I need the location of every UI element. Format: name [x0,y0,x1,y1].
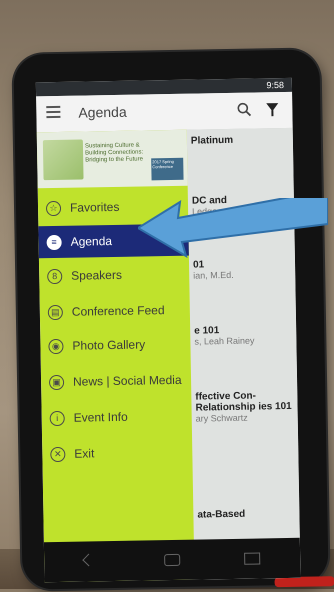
app-title: Agenda [78,103,127,121]
recents-icon[interactable] [244,552,261,565]
android-nav-bar [43,537,301,583]
drawer-item-label: Speakers [71,267,123,283]
agenda-icon: ≡ [46,234,62,250]
drawer-item-event-info[interactable]: i Event Info [41,400,192,435]
drawer-item-exit[interactable]: ✕ Exit [42,436,193,471]
star-icon: ☆ [45,200,62,216]
status-time: 9:58 [266,79,285,91]
menu-icon[interactable] [46,105,61,119]
back-icon[interactable] [82,553,96,567]
drawer-item-label: Event Info [73,409,128,425]
app-bar: Agenda [36,91,293,133]
drawer-item-label: Photo Gallery [72,337,146,353]
banner-image [42,139,84,181]
drawer-item-label: Conference Feed [71,303,165,319]
drawer-item-speakers[interactable]: 8 Speakers [39,258,190,293]
pointer-arrow-icon [138,198,328,258]
drawer-item-conference-feed[interactable]: ▤ Conference Feed [40,294,191,329]
drawer-item-photo-gallery[interactable]: ◉ Photo Gallery [40,328,191,363]
exit-icon: ✕ [50,446,66,462]
list-item[interactable]: Platinum [191,134,291,147]
list-item[interactable]: 01 ian, M.Ed. [193,258,293,280]
phone-device: 9:58 Agenda Platinum DC and Ledger 01 ia… [13,49,334,590]
drawer-item-label: Exit [74,446,95,461]
drawer-item-label: News | Social Media [72,372,182,389]
info-icon: i [49,410,65,426]
home-icon[interactable] [164,553,181,567]
camera-icon: ◉ [48,338,64,354]
news-icon: ▣ [48,374,65,390]
drawer-item-label: Agenda [70,234,113,249]
list-item[interactable]: e 101 s, Leah Rainey [194,324,294,346]
banner-logo: 2017 Spring Conference [151,157,184,181]
list-item[interactable]: ata-Based [197,508,297,521]
list-item[interactable]: ffective Con- Relationship ies 101 ary S… [195,390,296,424]
filter-icon[interactable] [266,103,279,112]
phone-screen: 9:58 Agenda Platinum DC and Ledger 01 ia… [35,77,301,583]
search-icon[interactable] [236,102,252,118]
feed-icon: ▤ [47,304,63,320]
drawer-item-label: Favorites [69,199,120,215]
banner-tagline: Sustaining Culture & Building Connection… [84,142,144,164]
speakers-icon: 8 [47,268,63,284]
conference-banner: Sustaining Culture & Building Connection… [36,129,188,189]
agenda-list: Platinum DC and Ledger 01 ian, M.Ed. e 1… [186,127,301,580]
drawer-item-news-social[interactable]: ▣ News | Social Media [41,364,192,399]
